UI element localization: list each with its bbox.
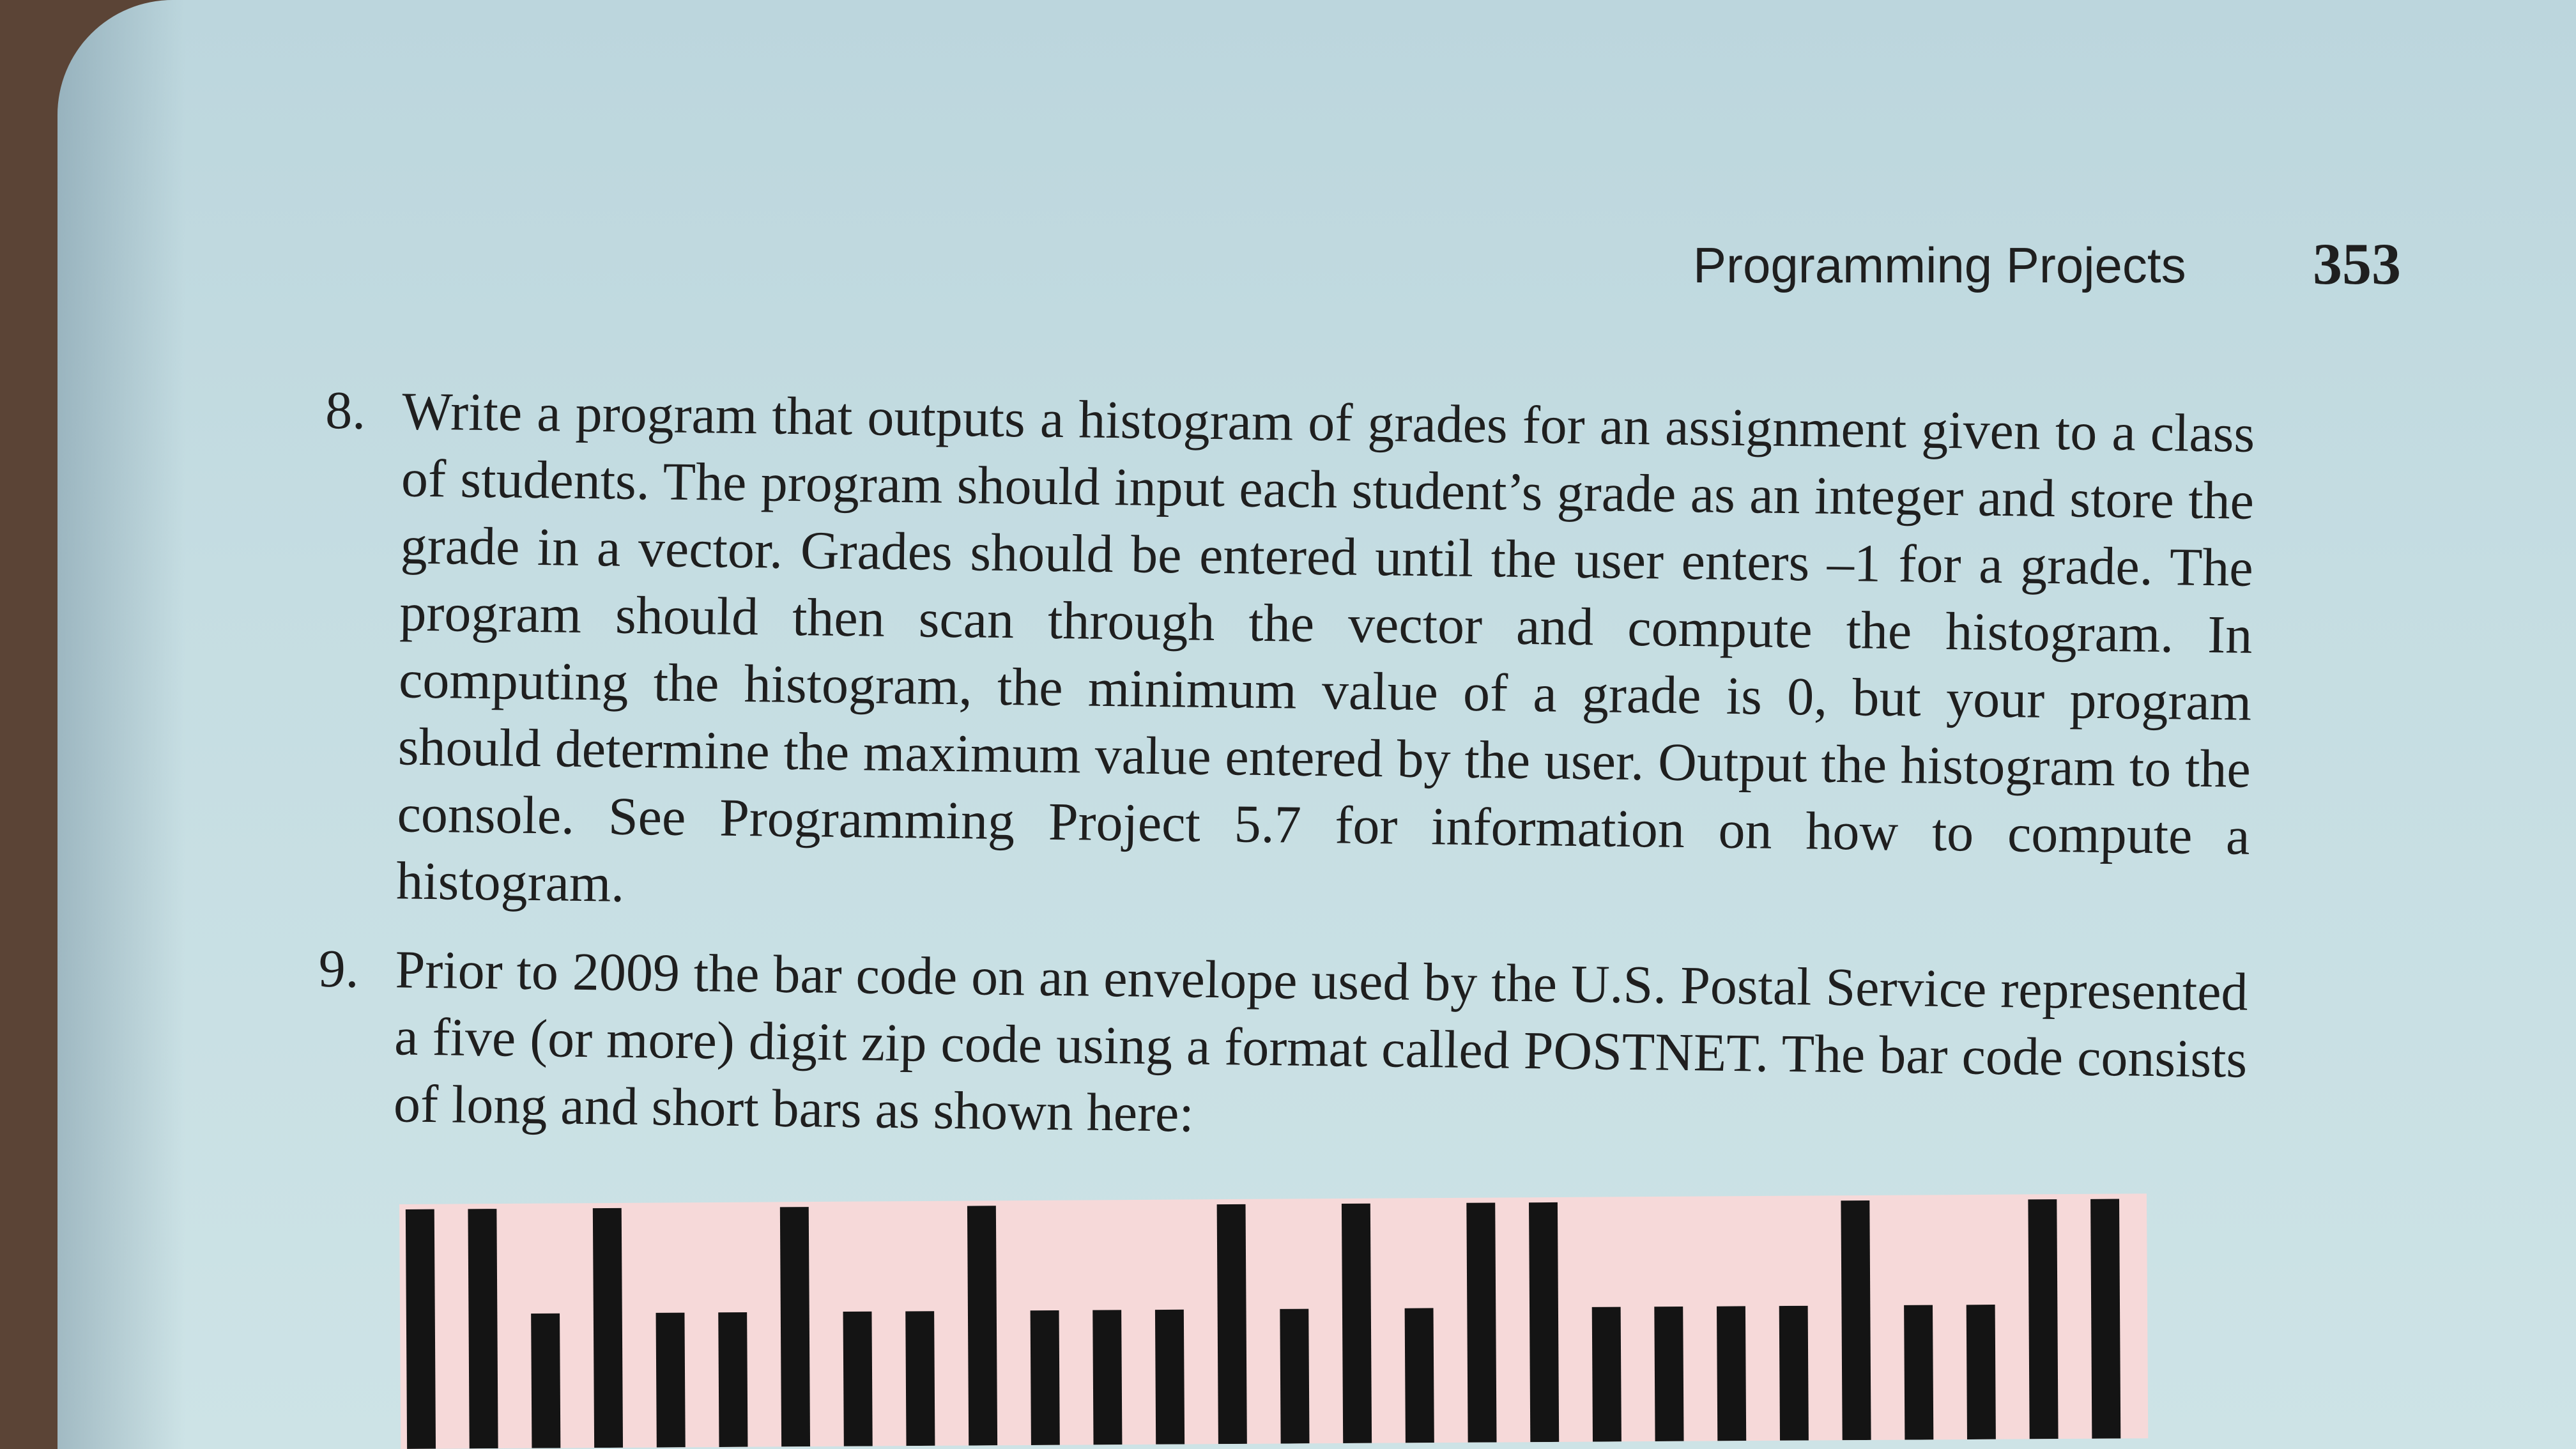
barcode-short-bar <box>1966 1305 1996 1440</box>
projects-list: 8. Write a program that outputs a histog… <box>316 377 2255 1160</box>
barcode-long-bar <box>592 1208 624 1448</box>
barcode-short-bar <box>531 1313 561 1448</box>
barcode-long-bar <box>967 1206 998 1446</box>
barcode-long-bar <box>1341 1203 1372 1443</box>
page-gutter-shadow <box>57 0 185 1449</box>
project-number: 9. <box>318 939 360 999</box>
barcode-long-bar <box>468 1209 498 1449</box>
barcode-short-bar <box>1154 1309 1185 1445</box>
barcode-long-bar <box>779 1207 811 1447</box>
running-head: Programming Projects <box>1693 237 2186 293</box>
barcode-long-bar <box>1529 1202 1560 1443</box>
project-item-9: 9. Prior to 2009 the bar code on an enve… <box>316 935 2248 1160</box>
barcode-short-bar <box>718 1312 748 1447</box>
barcode-long-bar <box>1841 1200 1871 1441</box>
page-number: 353 <box>2313 231 2401 296</box>
barcode-long-bar <box>2090 1199 2121 1439</box>
barcode-long-bar <box>1216 1204 1247 1445</box>
barcode-short-bar <box>1092 1310 1123 1445</box>
barcode-long-bar <box>405 1209 436 1449</box>
barcode-short-bar <box>843 1311 873 1446</box>
postnet-barcode <box>399 1193 2149 1449</box>
project-text: Write a program that outputs a histogram… <box>395 381 2255 914</box>
barcode-short-bar <box>1404 1308 1434 1443</box>
barcode-long-bar <box>1466 1202 1497 1443</box>
barcode-short-bar <box>1654 1307 1684 1441</box>
barcode-short-bar <box>1779 1305 1809 1441</box>
barcode-short-bar <box>1904 1305 1934 1440</box>
barcode-short-bar <box>1280 1308 1310 1444</box>
barcode-long-bar <box>2028 1199 2058 1439</box>
barcode-short-bar <box>905 1311 935 1446</box>
barcode-short-bar <box>1591 1307 1621 1442</box>
barcode-short-bar <box>656 1312 686 1448</box>
barcode-graphic <box>405 1199 2121 1449</box>
project-item-8: 8. Write a program that outputs a histog… <box>319 377 2255 937</box>
project-number: 8. <box>325 380 366 441</box>
barcode-short-bar <box>1030 1310 1060 1445</box>
project-text: Prior to 2009 the bar code on an envelop… <box>393 940 2249 1144</box>
barcode-short-bar <box>1717 1306 1747 1441</box>
